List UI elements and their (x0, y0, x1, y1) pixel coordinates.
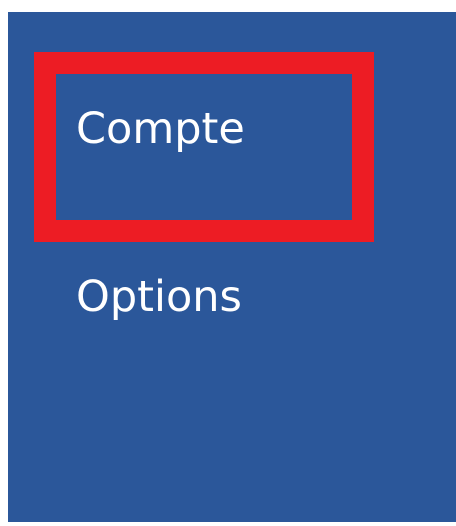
sidebar-item-options[interactable]: Options (76, 276, 242, 319)
sidebar-item-compte[interactable]: Compte (76, 108, 245, 151)
screenshot-frame: Compte Options (0, 0, 456, 526)
backstage-sidebar (8, 12, 456, 522)
